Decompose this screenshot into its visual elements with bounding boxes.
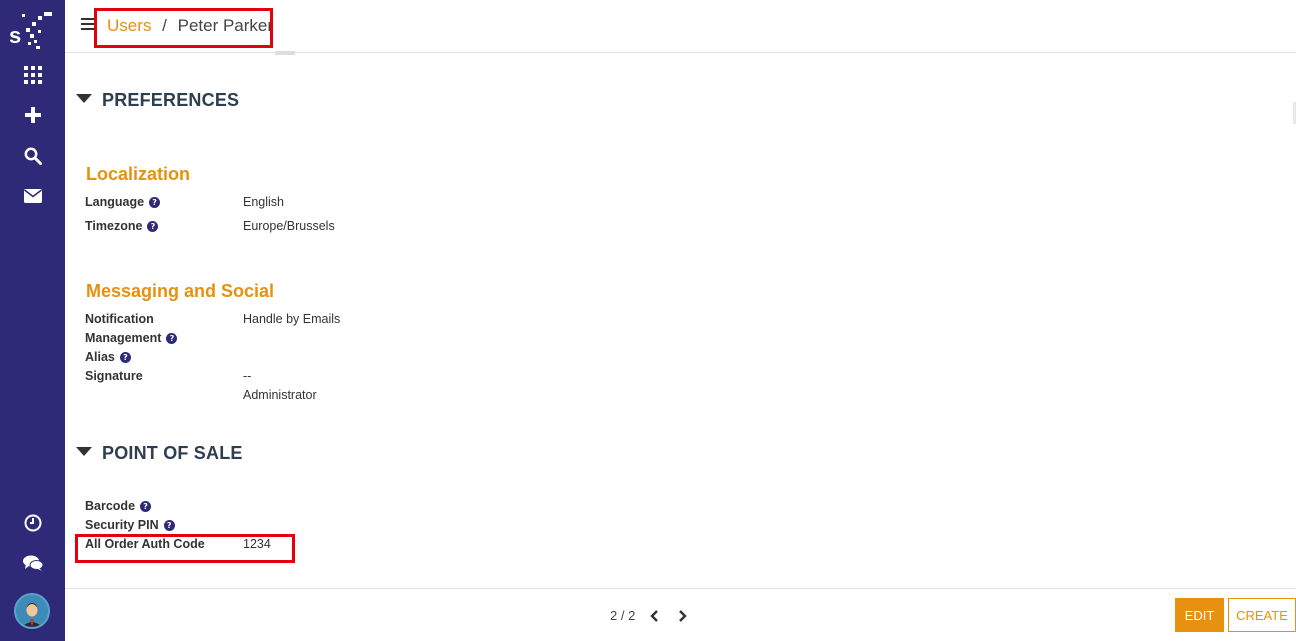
preferences-section-title: PREFERENCES (102, 90, 240, 110)
security-pin-field-label: Security PIN? (85, 518, 175, 532)
language-field-label: Language? (85, 195, 161, 209)
footer-bar: 2 / 2 EDIT CREATE (65, 588, 1296, 641)
signature-value-line2: Administrator (243, 388, 317, 402)
edit-button[interactable]: EDIT (1175, 598, 1224, 632)
envelope-icon (24, 188, 42, 208)
menu-toggle-button[interactable] (81, 18, 95, 32)
timezone-field-value: Europe/Brussels (243, 219, 335, 233)
apps-menu-button[interactable] (16, 62, 50, 92)
chevron-right-icon (679, 610, 687, 622)
localization-group-title: Localization (86, 164, 191, 184)
help-icon[interactable]: ? (163, 520, 175, 531)
help-icon[interactable]: ? (119, 352, 131, 363)
search-icon (24, 147, 42, 170)
user-avatar[interactable] (14, 593, 50, 629)
messaging-group-title: Messaging and Social (86, 281, 275, 301)
sidebar: s (0, 0, 65, 641)
chat-button[interactable] (16, 550, 50, 580)
language-field-value: English (243, 195, 284, 209)
auth-code-highlight-box (75, 534, 295, 563)
tab-scroll-indicator (275, 51, 295, 55)
pos-section-title: POINT OF SALE (102, 443, 243, 463)
quick-create-button[interactable] (16, 102, 50, 132)
app-logo[interactable]: s (8, 8, 56, 52)
breadcrumb-highlight-box (94, 8, 273, 48)
preferences-section-toggle[interactable]: PREFERENCES (76, 90, 239, 111)
help-icon[interactable]: ? (140, 501, 152, 512)
notification-field-label-line2: Management? (85, 331, 178, 345)
clock-icon (24, 514, 42, 537)
pager-previous-button[interactable] (647, 608, 663, 624)
chevron-left-icon (650, 610, 658, 622)
notification-field-label-line1: Notification (85, 312, 154, 326)
messages-button[interactable] (16, 183, 50, 213)
svg-text:s: s (9, 23, 21, 48)
chat-icon (23, 555, 44, 576)
apps-grid-icon (24, 65, 42, 89)
global-search-button[interactable] (16, 143, 50, 173)
help-icon[interactable]: ? (147, 221, 159, 232)
caret-down-icon (76, 447, 92, 456)
activities-button[interactable] (16, 510, 50, 540)
alias-field-label: Alias? (85, 350, 131, 364)
help-icon[interactable]: ? (149, 197, 161, 208)
plus-icon (25, 106, 41, 128)
timezone-field-label: Timezone? (85, 219, 159, 233)
create-button[interactable]: CREATE (1228, 598, 1296, 632)
signature-value-line1: -- (243, 369, 252, 383)
notification-field-value: Handle by Emails (243, 312, 341, 326)
signature-field-label: Signature (85, 369, 143, 383)
pager-next-button[interactable] (674, 608, 690, 624)
pos-section-toggle[interactable]: POINT OF SALE (76, 443, 243, 464)
pager-value: 2 / 2 (610, 608, 636, 623)
caret-down-icon (76, 94, 92, 103)
help-icon[interactable]: ? (166, 333, 178, 344)
barcode-field-label: Barcode? (85, 499, 152, 513)
